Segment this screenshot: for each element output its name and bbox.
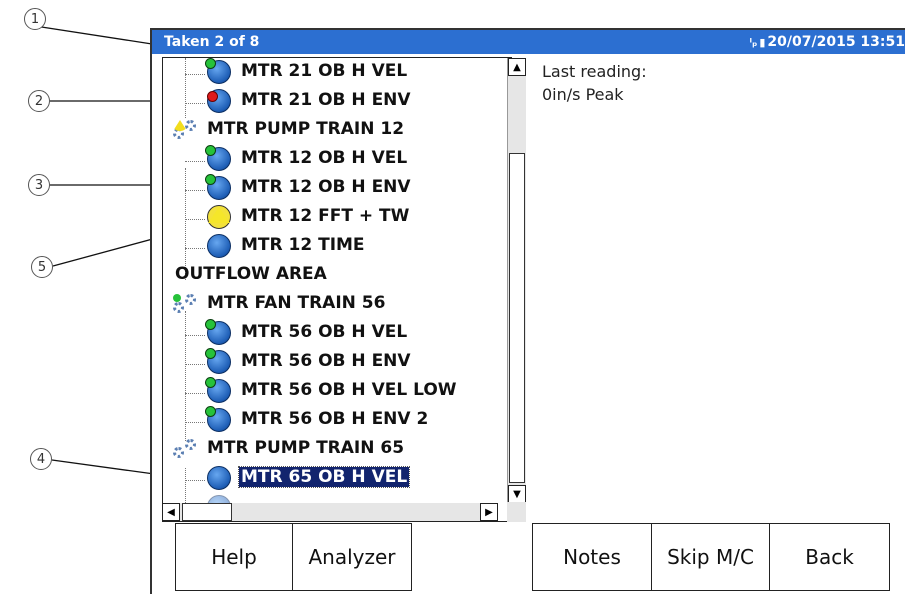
sensor-globe-icon [207,234,231,258]
status-area: ᴵₚ ▮ 20/07/2015 13:51 [749,34,905,50]
callout-2: 2 [28,90,50,112]
scroll-down-icon[interactable]: ▼ [508,485,526,503]
last-reading-value: 0in/s Peak [542,85,624,104]
scroll-thumb[interactable] [182,503,232,521]
skip-mc-button[interactable]: Skip M/C [651,523,770,591]
datetime: 20/07/2015 13:51 [767,34,905,50]
warning-triangle-icon [208,207,230,223]
sensor-globe-icon [207,466,231,490]
taken-count: Taken 2 of 8 [164,34,260,50]
device-screen: Taken 2 of 8 ᴵₚ ▮ 20/07/2015 13:51 MTR 21 … [150,28,905,594]
status-green-icon [205,58,216,69]
notes-button[interactable]: Notes [532,523,652,591]
callout-4: 4 [30,448,52,470]
status-green-icon [205,319,216,330]
machine-gears-icon [173,120,199,142]
back-button[interactable]: Back [769,523,890,591]
scroll-up-icon[interactable]: ▲ [508,58,526,76]
status-red-icon [207,91,218,102]
machine-gears-icon [173,294,199,316]
route-tree[interactable]: MTR 21 OB H VEL MTR 21 OB H ENV MTR PUMP… [162,57,512,522]
vertical-scrollbar[interactable]: ▲ ▼ [507,58,527,503]
status-green-icon [205,377,216,388]
last-reading-label: Last reading: [542,62,647,81]
scroll-thumb[interactable] [509,153,525,483]
status-green-icon [205,406,216,417]
machine-gears-icon [173,439,199,461]
title-bar: Taken 2 of 8 ᴵₚ ▮ 20/07/2015 13:51 [152,30,905,54]
scroll-corner [507,502,526,522]
callout-1: 1 [24,8,46,30]
horizontal-scrollbar[interactable]: ◀ ▶ [162,502,507,522]
status-green-icon [205,145,216,156]
scroll-left-icon[interactable]: ◀ [162,503,180,521]
ip-icon: ᴵₚ [749,36,758,49]
callout-3: 3 [28,174,50,196]
analyzer-button[interactable]: Analyzer [292,523,412,591]
reading-panel: Last reading: 0in/s Peak [542,60,647,106]
scroll-right-icon[interactable]: ▶ [480,503,498,521]
help-button[interactable]: Help [175,523,293,591]
status-green-icon [205,348,216,359]
battery-icon: ▮ [759,36,766,49]
callout-5: 5 [31,256,53,278]
status-green-icon [205,174,216,185]
tree-connector [185,58,186,118]
